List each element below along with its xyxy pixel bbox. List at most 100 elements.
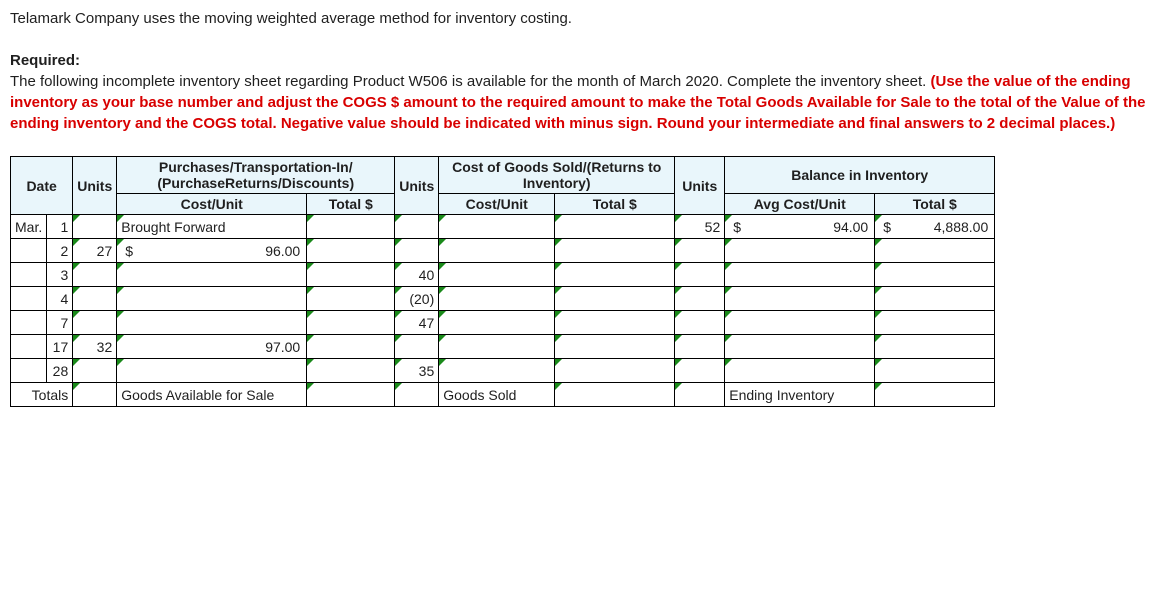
b-costunit-input[interactable] <box>725 311 875 335</box>
p-total-label: Goods Available for Sale <box>117 383 307 407</box>
p-units-input[interactable] <box>73 215 117 239</box>
b-costunit-input[interactable] <box>725 239 875 263</box>
p-units-total[interactable] <box>73 383 117 407</box>
c-units-input[interactable] <box>395 239 439 263</box>
hdr-c-group: Cost of Goods Sold/(Returns to Inventory… <box>439 157 675 194</box>
p-units-input[interactable] <box>73 263 117 287</box>
c-costunit-input[interactable] <box>439 239 555 263</box>
b-units-total[interactable] <box>675 383 725 407</box>
c-total-input[interactable] <box>555 263 675 287</box>
b-units-input[interactable]: 52 <box>675 215 725 239</box>
month-cell: Mar. <box>11 215 47 239</box>
p-costunit-input[interactable]: $96.00 <box>117 239 307 263</box>
b-total-input[interactable] <box>875 287 995 311</box>
p-total-input[interactable] <box>307 239 395 263</box>
p-total-input[interactable] <box>307 215 395 239</box>
p-total-input[interactable] <box>307 335 395 359</box>
p-total-input[interactable] <box>307 263 395 287</box>
hdr-p-cu: Cost/Unit <box>117 194 307 215</box>
b-units-input[interactable] <box>675 287 725 311</box>
b-costunit-input[interactable] <box>725 359 875 383</box>
b-units-input[interactable] <box>675 335 725 359</box>
c-units-input[interactable] <box>395 335 439 359</box>
month-cell <box>11 359 47 383</box>
c-total-input[interactable] <box>555 359 675 383</box>
b-costunit-input[interactable] <box>725 287 875 311</box>
p-units-input[interactable]: 32 <box>73 335 117 359</box>
intro-text: Telamark Company uses the moving weighte… <box>10 8 1164 134</box>
b-units-input[interactable] <box>675 239 725 263</box>
p-total-input[interactable] <box>307 311 395 335</box>
c-units-input[interactable]: 47 <box>395 311 439 335</box>
b-total-input[interactable] <box>875 335 995 359</box>
day-cell: 3 <box>47 263 73 287</box>
b-total-input[interactable] <box>875 239 995 263</box>
hdr-b-tot: Total $ <box>875 194 995 215</box>
table-row: Mar.1Brought Forward52$94.00$4,888.00 <box>11 215 995 239</box>
p-total-input[interactable] <box>307 359 395 383</box>
p-units-input[interactable] <box>73 311 117 335</box>
table-row: 227$96.00 <box>11 239 995 263</box>
table-row: 3 40 <box>11 263 995 287</box>
hdr-p-tot: Total $ <box>307 194 395 215</box>
hdr-c-units: Units <box>395 157 439 215</box>
day-cell: 28 <box>47 359 73 383</box>
table-row: 28 35 <box>11 359 995 383</box>
c-costunit-input[interactable] <box>439 311 555 335</box>
c-total-input[interactable] <box>555 335 675 359</box>
b-units-input[interactable] <box>675 263 725 287</box>
c-units-input[interactable] <box>395 215 439 239</box>
day-cell: 17 <box>47 335 73 359</box>
b-total-total[interactable] <box>875 383 995 407</box>
p-units-input[interactable] <box>73 287 117 311</box>
c-total-input[interactable] <box>555 215 675 239</box>
c-units-input[interactable]: 35 <box>395 359 439 383</box>
b-total-input[interactable]: $4,888.00 <box>875 215 995 239</box>
p-costunit-input[interactable]: Brought Forward <box>117 215 307 239</box>
c-costunit-input[interactable] <box>439 335 555 359</box>
b-costunit-input[interactable]: $94.00 <box>725 215 875 239</box>
c-costunit-input[interactable] <box>439 263 555 287</box>
c-total-input[interactable] <box>555 239 675 263</box>
c-costunit-input[interactable] <box>439 359 555 383</box>
p-costunit-input[interactable]: 97.00 <box>117 335 307 359</box>
month-cell <box>11 287 47 311</box>
hdr-p-units: Units <box>73 157 117 215</box>
c-total-input[interactable] <box>555 311 675 335</box>
b-costunit-input[interactable] <box>725 335 875 359</box>
b-total-input[interactable] <box>875 359 995 383</box>
c-units-total[interactable] <box>395 383 439 407</box>
c-costunit-input[interactable] <box>439 287 555 311</box>
b-total-input[interactable] <box>875 263 995 287</box>
p-units-input[interactable] <box>73 359 117 383</box>
c-units-input[interactable]: (20) <box>395 287 439 311</box>
c-total-input[interactable] <box>555 287 675 311</box>
table-row: 173297.00 <box>11 335 995 359</box>
b-costunit-input[interactable] <box>725 263 875 287</box>
hdr-c-tot: Total $ <box>555 194 675 215</box>
month-cell <box>11 311 47 335</box>
month-cell <box>11 335 47 359</box>
p-costunit-input[interactable] <box>117 359 307 383</box>
p-costunit-input[interactable] <box>117 263 307 287</box>
c-units-input[interactable]: 40 <box>395 263 439 287</box>
b-total-input[interactable] <box>875 311 995 335</box>
hdr-date: Date <box>11 157 73 215</box>
p-total-input[interactable] <box>307 287 395 311</box>
totals-label: Totals <box>11 383 73 407</box>
month-cell <box>11 263 47 287</box>
p-costunit-input[interactable] <box>117 311 307 335</box>
p-units-input[interactable]: 27 <box>73 239 117 263</box>
table-row: 4(20) <box>11 287 995 311</box>
c-total-total[interactable] <box>555 383 675 407</box>
p-costunit-input[interactable] <box>117 287 307 311</box>
day-cell: 2 <box>47 239 73 263</box>
c-total-label: Goods Sold <box>439 383 555 407</box>
hdr-b-cu: Avg Cost/Unit <box>725 194 875 215</box>
p-total-total[interactable] <box>307 383 395 407</box>
b-units-input[interactable] <box>675 359 725 383</box>
b-units-input[interactable] <box>675 311 725 335</box>
inventory-table: Date Units Purchases/Transportation-In/ … <box>10 156 995 407</box>
c-costunit-input[interactable] <box>439 215 555 239</box>
b-total-label: Ending Inventory <box>725 383 875 407</box>
